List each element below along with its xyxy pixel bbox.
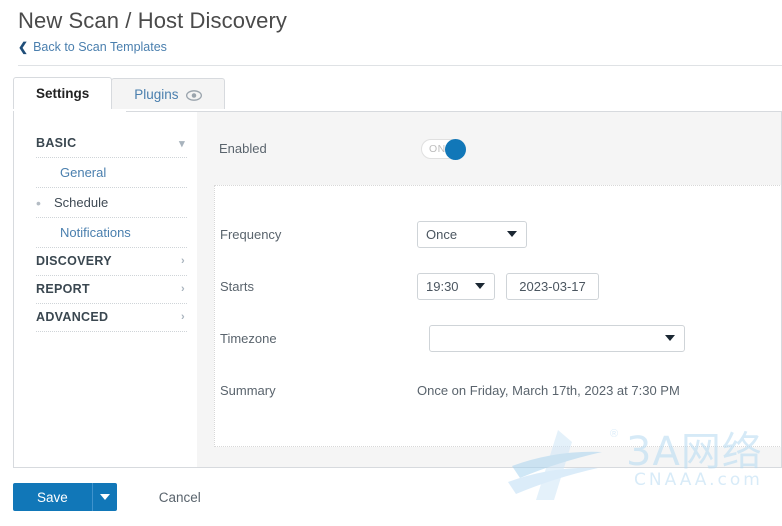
enabled-row: Enabled ON: [197, 112, 781, 185]
active-bullet-icon: •: [36, 194, 41, 211]
summary-label: Summary: [220, 382, 276, 398]
chevron-right-icon: ›: [181, 255, 185, 267]
caret-down-icon: [475, 283, 485, 289]
schedule-fields-box: Frequency Once Starts 19:30 2023-03-17 T…: [214, 185, 781, 447]
sidebar-group-discovery-label: DISCOVERY: [36, 254, 112, 268]
enabled-toggle[interactable]: ON: [421, 138, 466, 160]
page-header: New Scan / Host Discovery ❮ Back to Scan…: [0, 0, 782, 66]
back-to-scan-templates-link[interactable]: ❮ Back to Scan Templates: [18, 40, 167, 54]
settings-sidebar: BASIC ▾ General • Schedule Notifications…: [14, 112, 197, 467]
starts-label: Starts: [220, 278, 254, 294]
sidebar-group-report[interactable]: REPORT ›: [36, 276, 187, 304]
sidebar-group-advanced-label: ADVANCED: [36, 310, 109, 324]
enabled-toggle-label: ON: [429, 142, 446, 155]
frequency-row: Frequency Once: [215, 209, 781, 259]
active-tab-seam: [14, 110, 126, 112]
timezone-row: Timezone: [215, 313, 781, 363]
sidebar-item-notifications[interactable]: Notifications: [36, 218, 187, 248]
toggle-knob: [445, 138, 466, 160]
sidebar-group-basic[interactable]: BASIC ▾: [36, 130, 187, 158]
header-divider: [18, 65, 782, 66]
tab-settings-label: Settings: [36, 86, 90, 101]
sidebar-item-schedule-label: Schedule: [54, 195, 109, 210]
tab-plugins[interactable]: Plugins: [111, 78, 225, 109]
sidebar-item-notifications-label: Notifications: [60, 225, 131, 240]
sidebar-item-general-label: General: [60, 165, 107, 180]
save-dropdown-button[interactable]: [91, 483, 117, 511]
watermark-subtext: CNAAA.com: [634, 470, 763, 490]
chevron-down-icon: ▾: [179, 137, 185, 150]
start-date-input[interactable]: 2023-03-17: [506, 272, 599, 300]
tab-plugins-label: Plugins: [134, 86, 179, 102]
starts-row: Starts 19:30 2023-03-17: [215, 261, 781, 311]
timezone-label: Timezone: [220, 330, 277, 346]
schedule-form-panel: Enabled ON Frequency Once Starts 19:30 2…: [197, 112, 781, 467]
caret-down-icon: [507, 231, 517, 237]
sidebar-group-report-label: REPORT: [36, 282, 90, 296]
frequency-label: Frequency: [220, 226, 282, 242]
sidebar-group-discovery[interactable]: DISCOVERY ›: [36, 248, 187, 276]
timezone-control-wrapper: [417, 324, 685, 352]
sidebar-group-basic-label: BASIC: [36, 136, 77, 150]
tab-bar: Settings Plugins: [13, 77, 782, 109]
frequency-value: Once: [426, 226, 458, 242]
caret-down-icon: [665, 335, 675, 341]
sidebar-item-schedule[interactable]: • Schedule: [36, 188, 187, 218]
summary-row: Summary Once on Friday, March 17th, 2023…: [215, 365, 781, 415]
save-button[interactable]: Save: [13, 483, 92, 511]
chevron-right-icon: ›: [181, 311, 185, 323]
start-date-value: 2023-03-17: [519, 278, 586, 294]
summary-value: Once on Friday, March 17th, 2023 at 7:30…: [417, 382, 680, 398]
start-time-value: 19:30: [426, 278, 459, 294]
chevron-left-icon: ❮: [18, 40, 29, 54]
page-title: New Scan / Host Discovery: [18, 8, 288, 33]
frequency-select[interactable]: Once: [417, 220, 527, 248]
chevron-right-icon: ›: [181, 283, 185, 295]
eye-icon: [185, 89, 202, 101]
sidebar-item-general[interactable]: General: [36, 158, 187, 188]
form-footer: Save Cancel: [13, 483, 207, 511]
start-time-select[interactable]: 19:30: [417, 272, 495, 300]
cancel-button[interactable]: Cancel: [153, 489, 207, 506]
settings-content-card: BASIC ▾ General • Schedule Notifications…: [13, 111, 782, 468]
enabled-label: Enabled: [219, 141, 267, 156]
sidebar-group-advanced[interactable]: ADVANCED ›: [36, 304, 187, 332]
back-link-label: Back to Scan Templates: [33, 40, 167, 54]
caret-down-icon: [99, 494, 110, 500]
timezone-select[interactable]: [429, 324, 685, 352]
tab-settings[interactable]: Settings: [13, 77, 113, 109]
